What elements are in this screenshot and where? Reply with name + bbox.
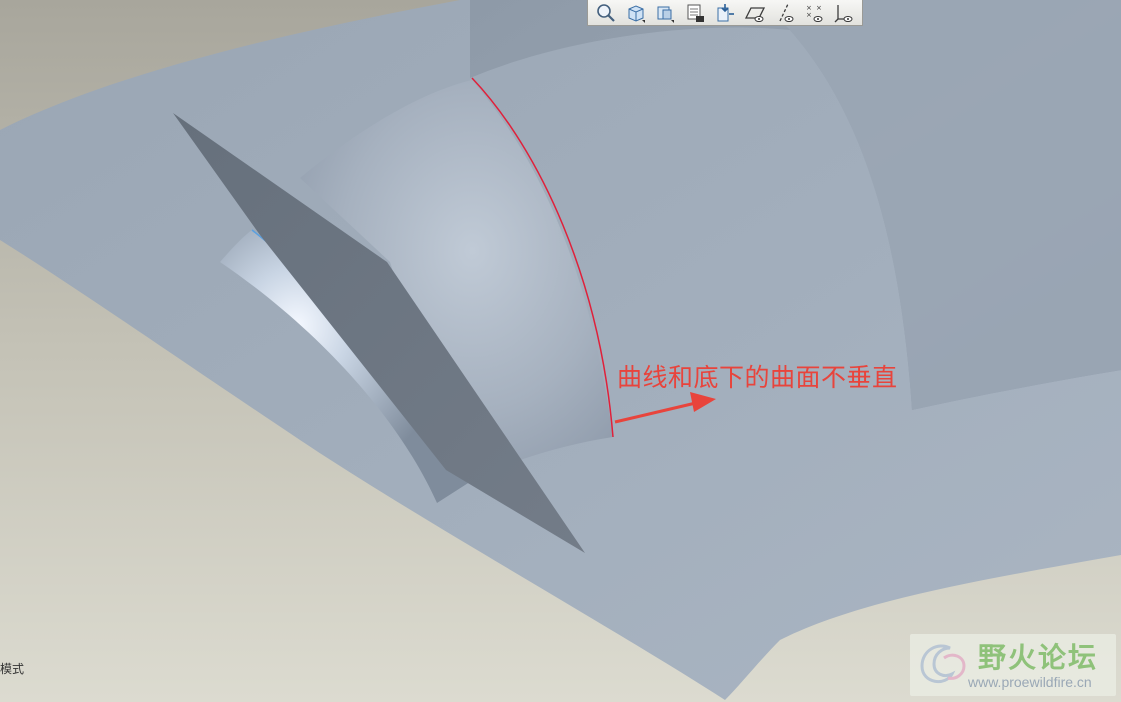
watermark: 野火论坛 www.proewildfire.cn <box>910 634 1116 696</box>
regenerate-button[interactable] <box>711 1 739 25</box>
svg-text:×: × <box>806 11 812 19</box>
view-cube-button[interactable] <box>622 1 650 25</box>
mode-label: 模式 <box>0 662 25 676</box>
watermark-url: www.proewildfire.cn <box>968 674 1092 690</box>
coordinate-system-button[interactable] <box>830 1 858 25</box>
saved-views-button[interactable] <box>652 1 680 25</box>
datum-axis-button[interactable] <box>771 1 799 25</box>
datum-plane-icon <box>744 6 765 22</box>
saved-views-icon <box>657 6 675 23</box>
datum-axis-icon <box>778 3 794 22</box>
datum-plane-button[interactable] <box>741 1 769 25</box>
cad-application: × × × 曲线和底下的曲面不垂直 模式 野火论坛 www.proewildfire… <box>0 0 1121 702</box>
layers-icon <box>687 4 705 22</box>
zoom-icon <box>597 3 615 22</box>
datum-point-icon: × ×× <box>806 4 823 22</box>
coordinate-system-icon <box>834 4 853 22</box>
datum-point-button[interactable]: × × × <box>800 1 828 25</box>
view-cube-icon <box>628 4 645 23</box>
svg-text:×: × <box>816 4 822 12</box>
forum-logo-icon <box>920 644 966 683</box>
annotation-text: 曲线和底下的曲面不垂直 <box>617 363 898 392</box>
zoom-button[interactable] <box>592 1 620 25</box>
view-toolbar: × × × <box>587 0 863 26</box>
watermark-title: 野火论坛 <box>978 641 1099 674</box>
regenerate-icon <box>717 3 735 21</box>
layers-button[interactable] <box>681 1 709 25</box>
3d-viewport[interactable] <box>0 0 1121 702</box>
